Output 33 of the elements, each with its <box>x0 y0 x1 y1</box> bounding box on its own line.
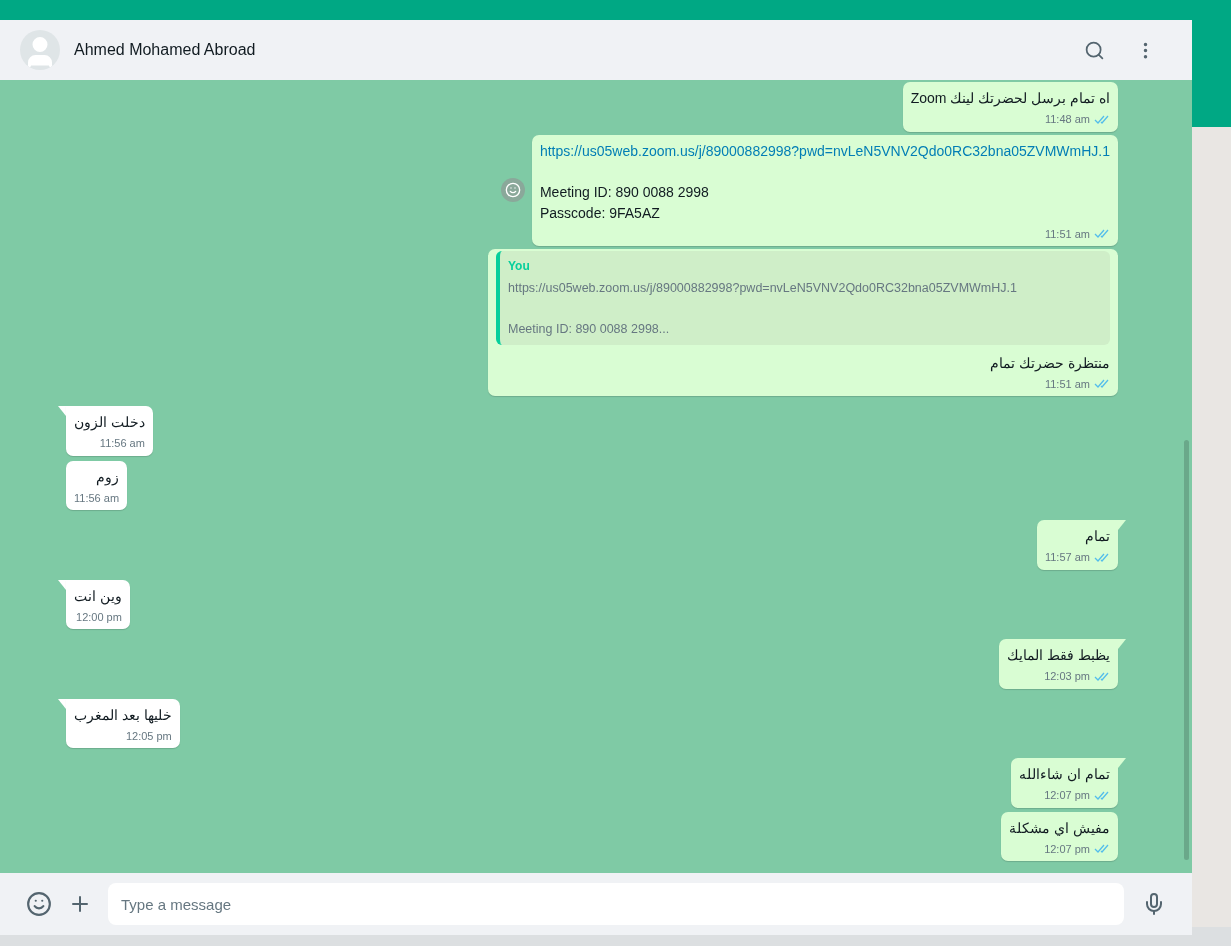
message-text: اه تمام برسل لحضرتك لينك Zoom <box>910 89 1110 109</box>
message-input-field[interactable]: Type a message <box>108 883 1124 925</box>
message-text: يظبط فقط المايك <box>1007 646 1110 665</box>
message-time: 11:48 am <box>1044 112 1090 127</box>
message-text: Passcode: 9FA5AZ <box>539 203 661 223</box>
message-time: 12:00 pm <box>76 609 122 625</box>
quote-text: https://us05web.zoom.us/j/89000882998?pwd=nvLeN5VNV2Qdo0RC32bna05ZVMWmHJ.1 <box>508 280 1018 297</box>
quote-text: Meeting ID: 890 0088 2998... <box>508 320 671 338</box>
message-time: 11:56 am <box>99 436 145 451</box>
message-time: 11:51 am <box>1044 376 1090 392</box>
message-text: تمام ان شاءالله <box>1019 765 1110 785</box>
emoji-icon[interactable] <box>26 891 52 917</box>
message-time: 11:51 am <box>1044 226 1090 242</box>
message-time: 12:05 pm <box>125 728 172 744</box>
message-text: مفيش اي مشكلة <box>1009 818 1110 839</box>
message-link[interactable]: https://us05web.zoom.us/j/89000882998?pwd=nvLeN5VNV2Qdo0RC32bna05ZVMWmHJ.1 <box>539 140 1110 162</box>
message-text: وين انت <box>74 586 122 607</box>
message-text: زوم <box>95 467 120 488</box>
message-time: 12:03 pm <box>1044 669 1090 684</box>
message-text: خليها بعد المغرب <box>74 705 172 726</box>
message-text: Meeting ID: 890 0088 2998 <box>539 182 710 202</box>
message-time: 12:07 pm <box>1044 841 1090 857</box>
contact-name[interactable]: Ahmed Mohamed Abroad <box>74 38 256 62</box>
message-text: تمام <box>1084 527 1110 547</box>
message-text: منتظرة حضرتك تمام <box>989 353 1110 374</box>
message-text: دخلت الزون <box>74 413 145 433</box>
search-icon[interactable] <box>1084 39 1105 61</box>
message-time: 11:56 am <box>74 490 120 506</box>
quote-author: You <box>508 258 531 275</box>
emoji-reaction-button[interactable] <box>500 178 525 203</box>
message-time: 11:57 am <box>1044 550 1090 565</box>
quoted-message[interactable]: You https://us05web.zoom.us/j/89000882998?pwd=nvLeN5VNV2Qdo0RC32bna05ZVMWmHJ.1 Meeting ID: 890 0088 2998... <box>496 251 1110 345</box>
message-time: 12:07 pm <box>1044 788 1090 803</box>
